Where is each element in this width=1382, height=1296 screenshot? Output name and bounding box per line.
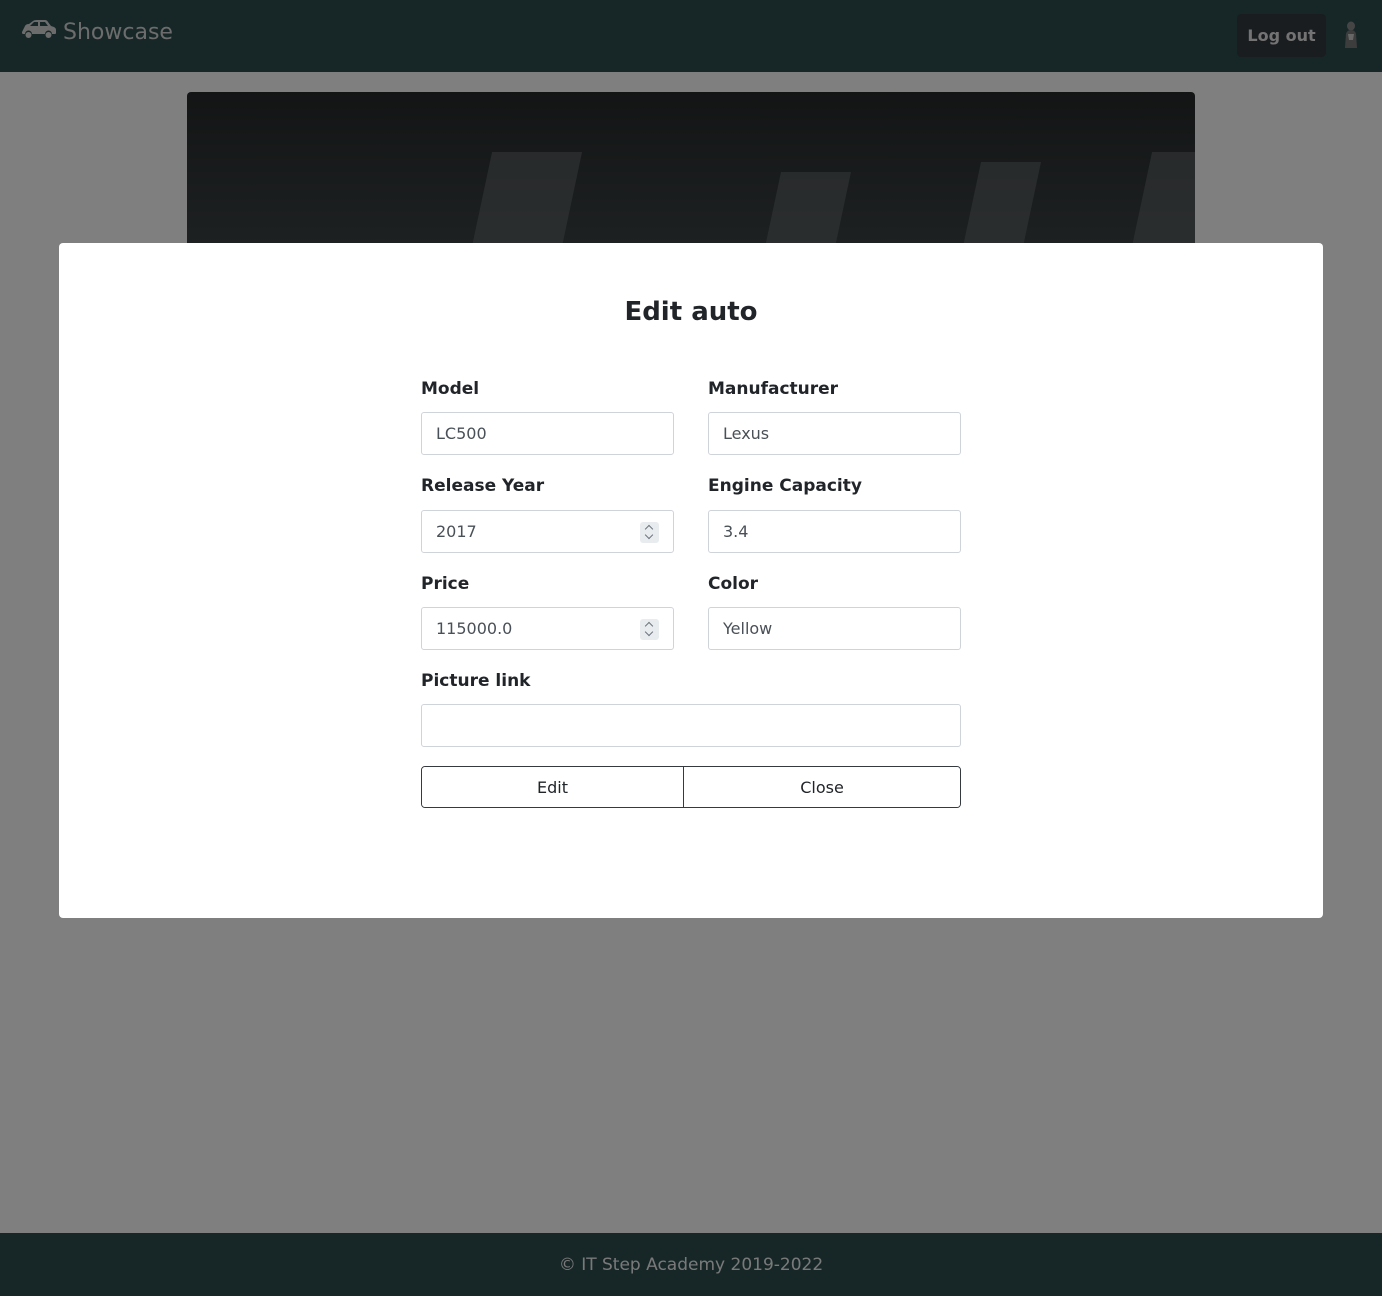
- model-value: LC500: [436, 424, 487, 443]
- engine-capacity-input[interactable]: 3.4: [708, 510, 961, 553]
- release-year-input[interactable]: 2017: [421, 510, 674, 553]
- picture-link-input[interactable]: [421, 704, 961, 747]
- edit-button[interactable]: Edit: [422, 767, 684, 807]
- model-input[interactable]: LC500: [421, 412, 674, 455]
- color-input[interactable]: Yellow: [708, 607, 961, 650]
- engine-capacity-label: Engine Capacity: [708, 476, 862, 496]
- modal-button-group: Edit Close: [421, 766, 961, 808]
- price-label: Price: [421, 574, 470, 594]
- color-label: Color: [708, 574, 759, 594]
- release-year-value: 2017: [436, 522, 477, 541]
- close-button[interactable]: Close: [684, 767, 960, 807]
- edit-auto-modal: Edit auto Model LC500 Manufacturer Lexus…: [59, 243, 1323, 918]
- manufacturer-label: Manufacturer: [708, 379, 839, 399]
- manufacturer-input[interactable]: Lexus: [708, 412, 961, 455]
- color-value: Yellow: [723, 619, 773, 638]
- engine-capacity-value: 3.4: [723, 522, 749, 541]
- picture-link-label: Picture link: [421, 671, 531, 691]
- price-input[interactable]: 115000.0: [421, 607, 674, 650]
- modal-title: Edit auto: [624, 297, 758, 327]
- model-label: Model: [421, 379, 480, 399]
- price-spinner[interactable]: [640, 619, 659, 640]
- release-year-spinner[interactable]: [640, 522, 659, 543]
- price-value: 115000.0: [436, 619, 513, 638]
- release-year-label: Release Year: [421, 476, 545, 496]
- manufacturer-value: Lexus: [723, 424, 770, 443]
